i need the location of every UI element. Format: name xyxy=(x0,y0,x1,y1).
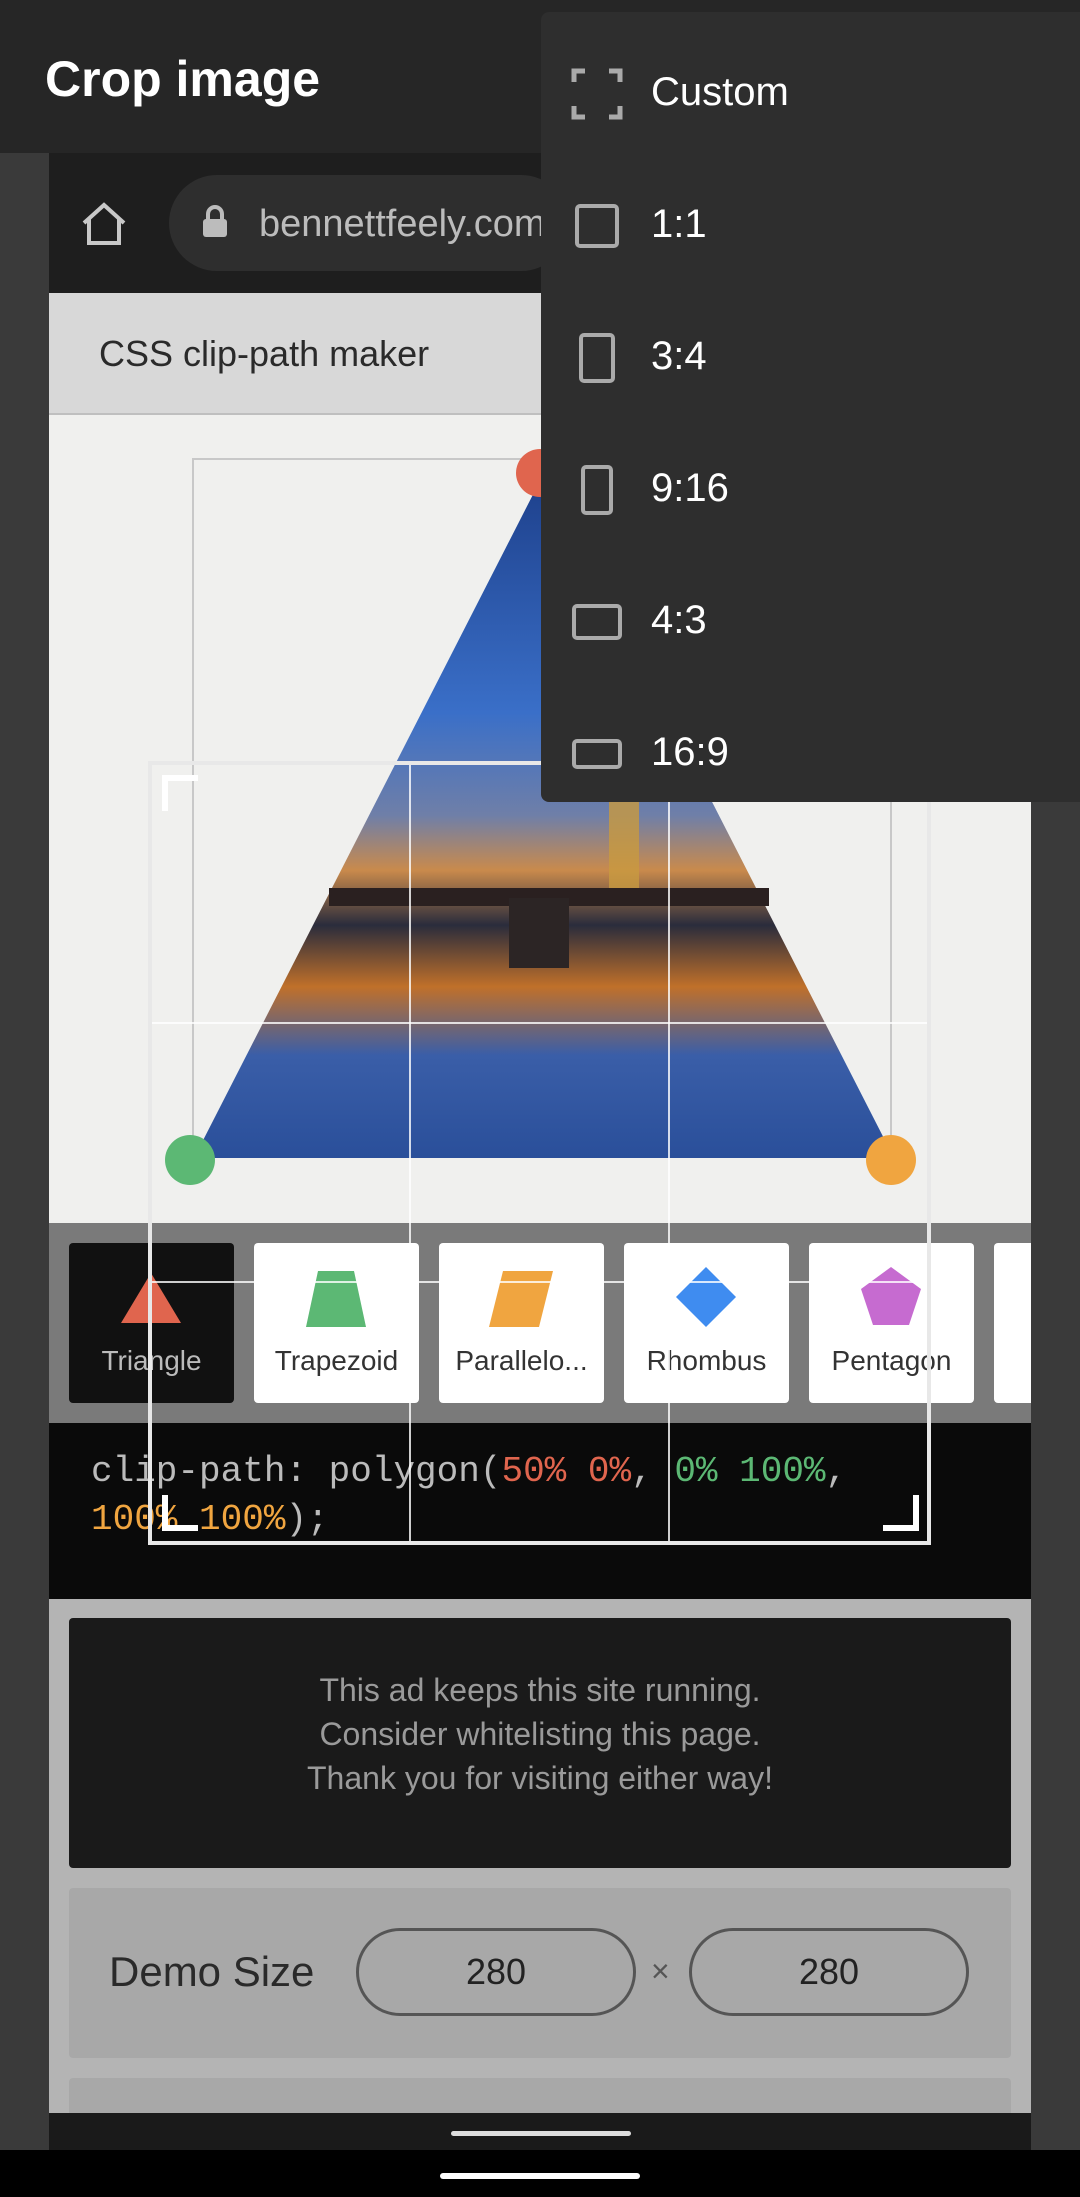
wide-landscape-ratio-icon xyxy=(572,739,622,769)
menu-item-label: Custom xyxy=(651,70,789,114)
crop-grid-line xyxy=(409,765,411,1541)
menu-item-label: 16:9 xyxy=(651,730,729,774)
lock-icon xyxy=(201,205,229,244)
crop-grid-line xyxy=(152,1022,927,1024)
menu-item-3-4[interactable]: 3:4 xyxy=(541,288,1080,420)
menu-item-label: 3:4 xyxy=(651,334,707,378)
crop-handle-top-left[interactable] xyxy=(162,775,198,811)
crop-handle-bottom-left[interactable] xyxy=(162,1495,198,1531)
ad-line: Consider whitelisting this page. xyxy=(319,1716,761,1752)
menu-item-16-9[interactable]: 16:9 xyxy=(541,684,1080,816)
crop-grid-line xyxy=(668,765,670,1541)
portrait-ratio-icon xyxy=(579,333,615,383)
aspect-ratio-menu: Custom 1:1 3:4 9:16 4:3 16:9 xyxy=(541,12,1080,802)
page-title: Crop image xyxy=(45,51,321,107)
free-crop-icon xyxy=(571,68,623,120)
times-sign: × xyxy=(651,1953,670,1989)
tall-portrait-ratio-icon xyxy=(581,465,613,515)
ad-banner: This ad keeps this site running. Conside… xyxy=(69,1618,1011,1868)
screenshot-nav-pill xyxy=(451,2131,631,2136)
menu-item-4-3[interactable]: 4:3 xyxy=(541,552,1080,684)
menu-item-label: 1:1 xyxy=(651,202,707,246)
square-ratio-icon xyxy=(575,204,619,248)
menu-item-1-1[interactable]: 1:1 xyxy=(541,156,1080,288)
shape-tile-next xyxy=(994,1243,1031,1403)
demo-size-label: Demo Size xyxy=(109,1948,315,1995)
crop-grid-line xyxy=(152,1281,927,1283)
home-icon xyxy=(79,201,129,252)
demo-width-field: 280 xyxy=(356,1928,636,2016)
landscape-ratio-icon xyxy=(572,604,622,640)
ad-line: This ad keeps this site running. xyxy=(319,1672,761,1708)
menu-item-9-16[interactable]: 9:16 xyxy=(541,420,1080,552)
menu-item-label: 9:16 xyxy=(651,466,729,510)
crop-frame[interactable] xyxy=(148,761,931,1545)
ad-line: Thank you for visiting either way! xyxy=(307,1760,773,1796)
crop-handle-bottom-right[interactable] xyxy=(883,1495,919,1531)
site-title: CSS clip-path maker xyxy=(99,333,430,374)
menu-item-label: 4:3 xyxy=(651,598,707,642)
home-gesture-pill[interactable] xyxy=(440,2173,640,2179)
demo-height-field: 280 xyxy=(689,1928,969,2016)
menu-item-custom[interactable]: Custom xyxy=(541,24,1080,156)
url-text: bennettfeely.com xyxy=(259,203,546,245)
